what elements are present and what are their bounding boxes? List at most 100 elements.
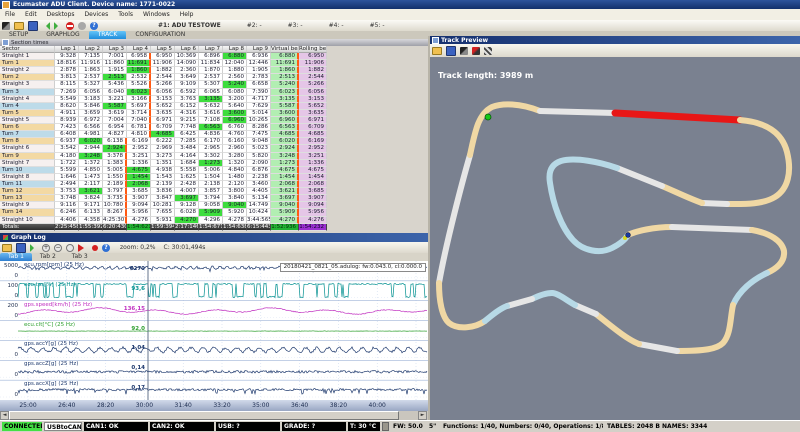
lap-time-cell[interactable]: 9:116 xyxy=(55,202,79,209)
virtual-best-cell[interactable]: 6:880 xyxy=(271,53,299,60)
lap-time-cell[interactable]: 6:065 xyxy=(199,89,223,96)
lap-time-cell[interactable]: 5:526 xyxy=(127,81,151,88)
graph-export-icon[interactable] xyxy=(30,244,38,252)
lap-time-cell[interactable]: 7:629 xyxy=(247,103,271,110)
channel-label[interactable]: gps.accY[g] (25 Hz) xyxy=(24,341,78,347)
sector-name-cell[interactable]: Straight 5 xyxy=(0,117,55,124)
virtual-best-cell[interactable]: 5:587 xyxy=(271,103,299,110)
lap-time-cell[interactable]: 4:007 xyxy=(175,188,199,195)
lap-time-cell[interactable]: 3:748 xyxy=(55,195,79,202)
lap-time-cell[interactable]: 6:880 xyxy=(223,53,247,60)
lap-time-cell[interactable]: 3:649 xyxy=(175,74,199,81)
lap-time-cell[interactable]: 1:880 xyxy=(223,67,247,74)
column-header[interactable]: Lap 2 xyxy=(79,46,103,53)
lap-time-cell[interactable]: 3:44:565 xyxy=(247,217,271,224)
open-file-icon[interactable] xyxy=(14,22,24,30)
sector-name-cell[interactable]: Straight 7 xyxy=(0,160,55,167)
lap-time-cell[interactable]: 2:537 xyxy=(79,74,103,81)
lap-time-cell[interactable]: 6:222 xyxy=(151,138,175,145)
lap-time-cell[interactable]: 10:281 xyxy=(151,202,175,209)
lap-time-cell[interactable]: 6:138 xyxy=(103,138,127,145)
lap-time-cell[interactable]: 6:937 xyxy=(55,138,79,145)
lap-time-cell[interactable]: 1:543 xyxy=(151,174,175,181)
sector-name-cell[interactable]: Turn 8 xyxy=(0,138,55,145)
lap-time-cell[interactable]: 5:006 xyxy=(199,167,223,174)
lap-time-cell[interactable]: 6:971 xyxy=(151,117,175,124)
lap-time-cell[interactable]: 18:816 xyxy=(55,60,79,67)
lap-time-cell[interactable]: 2:117 xyxy=(79,181,103,188)
lap-time-cell[interactable]: 6:592 xyxy=(175,89,199,96)
lap-time-cell[interactable]: 6:040 xyxy=(103,89,127,96)
lap-time-cell[interactable]: 12:040 xyxy=(223,60,247,67)
lap-time-cell[interactable]: 6:972 xyxy=(79,117,103,124)
graph-tab-3[interactable]: Tab 3 xyxy=(64,253,96,261)
lap-time-cell[interactable]: 3:797 xyxy=(103,188,127,195)
column-header[interactable]: Lap 9 xyxy=(247,46,271,53)
virtual-best-cell[interactable]: 2:513 xyxy=(271,74,299,81)
lap-time-cell[interactable]: 6:566 xyxy=(79,124,103,131)
graph-open-icon[interactable] xyxy=(2,244,12,252)
lap-time-cell[interactable]: 5:652 xyxy=(151,103,175,110)
rolling-best-cell[interactable]: 1:454 xyxy=(299,174,327,181)
menu-item-file[interactable]: File xyxy=(0,11,20,18)
lap-time-cell[interactable]: 3:857 xyxy=(199,188,223,195)
lap-time-cell[interactable]: 4:296 xyxy=(199,217,223,224)
lap-time-cell[interactable]: 4:276 xyxy=(127,217,151,224)
lap-time-cell[interactable]: 6:954 xyxy=(103,124,127,131)
lap-time-cell[interactable]: 11:906 xyxy=(151,60,175,67)
lap-time-cell[interactable]: 2:969 xyxy=(151,145,175,152)
menu-item-help[interactable]: Help xyxy=(175,11,199,18)
rolling-best-cell[interactable]: 1:882 xyxy=(299,67,327,74)
tab-graphlog[interactable]: GRAPHLOG xyxy=(37,31,88,39)
graph-help-icon[interactable]: ? xyxy=(102,244,110,252)
device-tab-2[interactable]: #2: - xyxy=(247,22,262,29)
lap-time-cell[interactable]: 3:221 xyxy=(103,96,127,103)
lap-time-cell[interactable]: 5:956 xyxy=(127,209,151,216)
lap-time-cell[interactable]: 14:090 xyxy=(175,60,199,67)
lap-time-cell[interactable]: 3:794 xyxy=(199,195,223,202)
totals-label[interactable]: Totals: xyxy=(0,224,55,231)
lap-time-cell[interactable]: 3:621 xyxy=(79,188,103,195)
lap-time-cell[interactable]: 5:697 xyxy=(127,103,151,110)
lap-time-cell[interactable]: 3:840 xyxy=(223,195,247,202)
lap-time-cell[interactable]: 10:369 xyxy=(175,53,199,60)
rolling-best-cell[interactable]: 4:276 xyxy=(299,217,327,224)
sector-name-cell[interactable]: Turn 2 xyxy=(0,74,55,81)
lap-time-cell[interactable]: 6:170 xyxy=(199,138,223,145)
lap-time-cell[interactable]: 2:120 xyxy=(223,181,247,188)
lap-time-cell[interactable]: 2:960 xyxy=(223,145,247,152)
lap-time-cell[interactable]: 7:423 xyxy=(55,124,79,131)
sector-name-cell[interactable]: Straight 4 xyxy=(0,96,55,103)
lap-time-cell[interactable]: 5:640 xyxy=(223,103,247,110)
lap-time-cell[interactable]: 3:200 xyxy=(223,96,247,103)
lap-time-cell[interactable]: 1:273 xyxy=(199,160,223,167)
menu-item-windows[interactable]: Windows xyxy=(138,11,175,18)
rolling-best-cell[interactable]: 6:971 xyxy=(299,117,327,124)
lap-time-cell[interactable]: 2:189 xyxy=(103,181,127,188)
virtual-best-cell[interactable]: 6:020 xyxy=(271,138,299,145)
lap-time-cell[interactable]: 7:108 xyxy=(199,117,223,124)
lap-time-cell[interactable]: 7:004 xyxy=(103,117,127,124)
lap-time-cell[interactable]: 6:950 xyxy=(151,53,175,60)
lap-time-cell[interactable]: 1:625 xyxy=(175,174,199,181)
graph-save-icon[interactable] xyxy=(16,243,26,253)
rolling-best-cell[interactable]: 3:635 xyxy=(299,110,327,117)
lap-time-cell[interactable]: 4:836 xyxy=(199,131,223,138)
sector-name-cell[interactable]: Turn 4 xyxy=(0,103,55,110)
channel-label[interactable]: ecu.clt[°C] (25 Hz) xyxy=(24,322,75,328)
rolling-best-cell[interactable]: 3:251 xyxy=(299,153,327,160)
virtual-best-cell[interactable]: 4:675 xyxy=(271,167,299,174)
lap-time-cell[interactable]: 9:058 xyxy=(199,202,223,209)
column-header[interactable]: Lap 4 xyxy=(127,46,151,53)
sector-name-cell[interactable]: Turn 10 xyxy=(0,167,55,174)
lap-time-cell[interactable]: 9:128 xyxy=(175,202,199,209)
lap-time-cell[interactable]: 9:328 xyxy=(55,53,79,60)
graph-tab-2[interactable]: Tab 2 xyxy=(32,253,64,261)
settings-icon[interactable] xyxy=(78,22,86,30)
rolling-best-cell[interactable]: 1:336 xyxy=(299,160,327,167)
graph-scrollbar[interactable]: ◄ ► xyxy=(0,411,428,420)
lap-time-cell[interactable]: 6:896 xyxy=(199,53,223,60)
sector-name-cell[interactable]: Straight 8 xyxy=(0,174,55,181)
lap-time-cell[interactable]: 5:599 xyxy=(55,167,79,174)
lap-time-cell[interactable]: 2:25:458 xyxy=(55,224,79,231)
